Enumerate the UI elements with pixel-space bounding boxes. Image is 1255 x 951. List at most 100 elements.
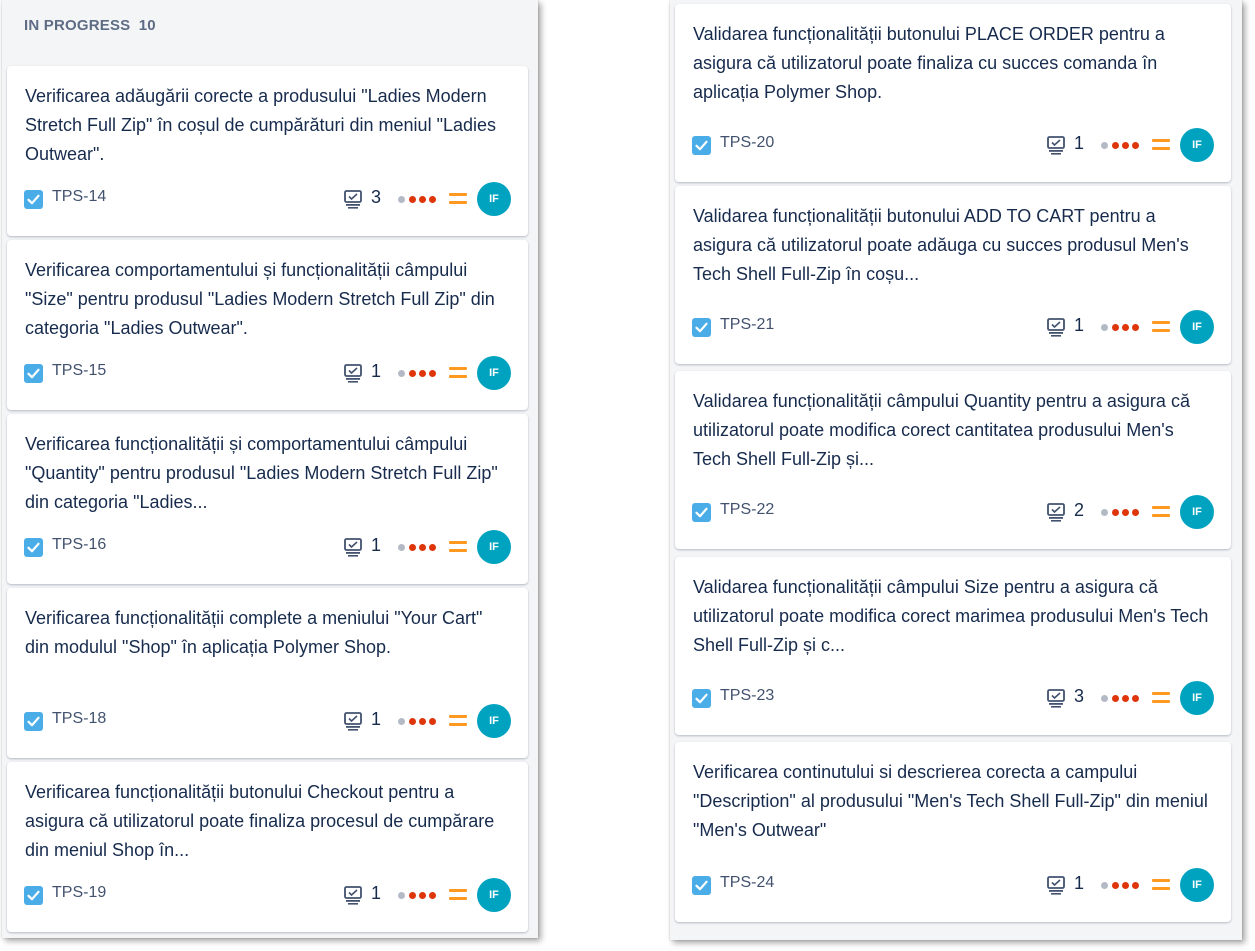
card-meta: 1 IF	[1036, 310, 1214, 344]
dot	[1112, 882, 1119, 889]
subtasks-count: 3	[1073, 686, 1084, 706]
dot	[1101, 882, 1108, 889]
subtasks-count: 1	[1073, 873, 1084, 893]
dot	[398, 196, 405, 203]
subtasks-icon	[1046, 317, 1066, 342]
card-footer: TPS-22 2 IF	[692, 495, 1214, 529]
subtasks-icon	[343, 189, 363, 214]
card-meta: 1 IF	[333, 878, 511, 912]
story-points-dots	[1101, 324, 1144, 331]
card-summary: Verificarea continutului si descrierea c…	[693, 762, 1208, 840]
dot	[429, 544, 436, 551]
dot	[419, 718, 426, 725]
checkbox-icon	[24, 538, 43, 557]
card-meta: 1 IF	[333, 704, 511, 738]
issue-card[interactable]: Verificarea funcționalității complete a …	[7, 588, 528, 758]
issue-card[interactable]: Verificarea funcționalității butonului C…	[7, 762, 528, 932]
issue-card[interactable]: Verificarea adăugării corecte a produsul…	[7, 66, 528, 236]
issue-card[interactable]: Verificarea funcționalității și comporta…	[7, 414, 528, 584]
dot	[1132, 324, 1139, 331]
card-footer: TPS-24 1 IF	[692, 868, 1214, 902]
assignee-avatar[interactable]: IF	[477, 356, 511, 390]
dot	[1122, 695, 1129, 702]
issue-key-link[interactable]: TPS-21	[720, 316, 774, 334]
issue-card[interactable]: Validarea funcționalității câmpului Quan…	[675, 371, 1231, 549]
dot	[1101, 142, 1108, 149]
dot	[429, 718, 436, 725]
dot	[1101, 509, 1108, 516]
card-meta: 3 IF	[333, 182, 511, 216]
dot	[1101, 324, 1108, 331]
checkbox-icon	[692, 318, 711, 337]
assignee-avatar[interactable]: IF	[1180, 128, 1214, 162]
assignee-avatar[interactable]: IF	[1180, 868, 1214, 902]
issue-key-link[interactable]: TPS-22	[720, 501, 774, 519]
checkbox-icon	[692, 689, 711, 708]
medium-priority-icon	[1152, 877, 1170, 893]
issue-key-link[interactable]: TPS-23	[720, 687, 774, 705]
issue-key-link[interactable]: TPS-15	[52, 362, 106, 380]
subtasks-count: 1	[370, 709, 381, 729]
medium-priority-icon	[449, 191, 467, 207]
subtasks-icon	[1046, 875, 1066, 900]
subtasks-icon	[1046, 135, 1066, 160]
checkbox-icon	[24, 364, 43, 383]
card-summary: Verificarea funcționalității și comporta…	[25, 434, 498, 512]
issue-key-link[interactable]: TPS-16	[52, 536, 106, 554]
card-summary: Verificarea funcționalității complete a …	[25, 608, 483, 657]
issue-key-link[interactable]: TPS-24	[720, 874, 774, 892]
dot	[398, 718, 405, 725]
dot	[419, 370, 426, 377]
card-meta: 3 IF	[1036, 681, 1214, 715]
dot	[429, 196, 436, 203]
story-points-dots	[398, 196, 441, 203]
card-footer: TPS-16 1 IF	[24, 530, 511, 564]
issue-key-link[interactable]: TPS-20	[720, 134, 774, 152]
dot	[1122, 509, 1129, 516]
dot	[409, 196, 416, 203]
dot	[429, 370, 436, 377]
dot	[1112, 695, 1119, 702]
card-meta: 1 IF	[333, 530, 511, 564]
issue-key-link[interactable]: TPS-18	[52, 710, 106, 728]
subtasks-count: 1	[1073, 133, 1084, 153]
issue-card[interactable]: Validarea funcționalității câmpului Size…	[675, 557, 1231, 735]
assignee-avatar[interactable]: IF	[1180, 310, 1214, 344]
issue-key-link[interactable]: TPS-19	[52, 884, 106, 902]
card-footer: TPS-23 3 IF	[692, 681, 1214, 715]
dot	[1132, 695, 1139, 702]
assignee-avatar[interactable]: IF	[477, 704, 511, 738]
in-progress-column: IN PROGRESS 10 Verificarea adăugării cor…	[2, 0, 538, 938]
dot	[1132, 882, 1139, 889]
dot	[1122, 324, 1129, 331]
issue-key-link[interactable]: TPS-14	[52, 188, 106, 206]
issue-card[interactable]: Validarea funcționalității butonului ADD…	[675, 186, 1231, 364]
issue-card[interactable]: Verificarea comportamentului și funcțion…	[7, 240, 528, 410]
column-title: IN PROGRESS	[24, 17, 131, 34]
subtasks-icon	[343, 363, 363, 388]
subtasks-icon	[343, 711, 363, 736]
card-summary: Validarea funcționalității câmpului Size…	[693, 577, 1209, 655]
assignee-avatar[interactable]: IF	[477, 182, 511, 216]
dot	[1122, 882, 1129, 889]
checkbox-icon	[24, 712, 43, 731]
story-points-dots	[398, 544, 441, 551]
card-summary: Verificarea adăugării corecte a produsul…	[25, 86, 496, 164]
dot	[1112, 142, 1119, 149]
medium-priority-icon	[449, 713, 467, 729]
story-points-dots	[398, 718, 441, 725]
dot	[1101, 695, 1108, 702]
assignee-avatar[interactable]: IF	[477, 878, 511, 912]
dot	[419, 544, 426, 551]
assignee-avatar[interactable]: IF	[1180, 681, 1214, 715]
assignee-avatar[interactable]: IF	[1180, 495, 1214, 529]
medium-priority-icon	[1152, 504, 1170, 520]
card-summary: Validarea funcționalității butonului PLA…	[693, 24, 1165, 102]
subtasks-icon	[1046, 502, 1066, 527]
assignee-avatar[interactable]: IF	[477, 530, 511, 564]
issue-card[interactable]: Validarea funcționalității butonului PLA…	[675, 4, 1231, 182]
subtasks-count: 2	[1073, 500, 1084, 520]
card-summary: Verificarea funcționalității butonului C…	[25, 782, 495, 860]
issue-card[interactable]: Verificarea continutului si descrierea c…	[675, 742, 1231, 922]
story-points-dots	[398, 370, 441, 377]
